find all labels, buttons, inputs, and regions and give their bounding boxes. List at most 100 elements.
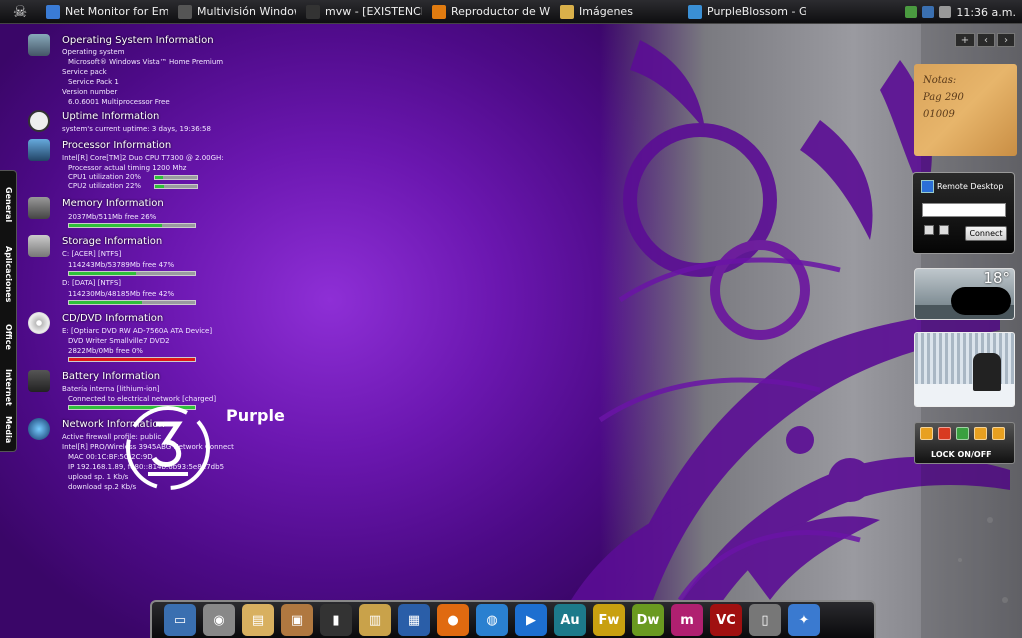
media-player-icon[interactable]: ▶ [515,604,547,636]
sidetab-internet[interactable]: Internet [0,367,17,407]
taskbar-button[interactable]: Reproductor de Win... [426,2,550,22]
documents-icon[interactable]: ▤ [242,604,274,636]
rdp-option-checkbox-1[interactable] [924,225,934,235]
progress-fill [69,358,195,361]
progress-fill [69,301,143,304]
folder-icon[interactable]: ▥ [359,604,391,636]
camera-icon[interactable]: ◉ [203,604,235,636]
power-icon[interactable] [938,427,951,440]
restart-icon[interactable] [956,427,969,440]
sidetab-media[interactable]: Media [0,415,17,445]
settings-icon[interactable]: ✦ [788,604,820,636]
mvw-icon [306,4,320,19]
battery-icon [28,370,50,392]
tray-display-icon[interactable] [922,6,935,18]
firefox-icon[interactable]: ● [437,604,469,636]
slideshow-gadget[interactable] [914,332,1015,407]
computer-icon[interactable]: ▭ [164,604,196,636]
remote-host-input[interactable] [922,203,1006,217]
drive-d-label: D: [DATA] [NTFS] [62,279,122,287]
cddvd-bar [68,357,196,362]
progress-fill [155,176,164,179]
processor-title: Processor Information [62,140,172,151]
cddvd-type: DVD Writer Smallville7 DVD2 [68,337,170,345]
sidetab-office[interactable]: Office [0,319,17,355]
cpu1-bar [154,175,198,180]
taskbar-button-label: PurpleBlossom - Gal... [707,5,806,18]
drive-c-label: C: [ACER] [NTFS] [62,250,122,258]
os-line: Service pack [62,68,107,76]
sidetab-general[interactable]: General [0,185,17,225]
taskbar-button[interactable]: Imágenes [554,2,678,22]
taskbar-button[interactable]: mvw - [EXISTENCIA ... [300,2,422,22]
taskbar: ☠ Net Monitor for Em... Multivisión Windo… [0,0,1022,24]
tray-clock[interactable]: 11:36 a.m. [956,6,1016,19]
taskbar-button-label: mvw - [EXISTENCIA ... [325,5,422,18]
next-gadget-button[interactable]: › [997,33,1015,47]
prev-gadget-button[interactable]: ‹ [977,33,995,47]
sidetab-aplicaciones[interactable]: Aplicaciones [0,243,17,305]
msn-icon[interactable]: m [671,604,703,636]
drive-c-bar [68,271,196,276]
network-globe-icon[interactable]: ◍ [476,604,508,636]
drive-d-usage: 114230Mb/48185Mb free 42% [68,290,175,298]
system-tray: 11:36 a.m. [882,0,1022,24]
sidebar-controls: + ‹ › [955,33,1015,47]
os-line: 6.0.6001 Multiprocessor Free [68,98,170,106]
drive-c-usage: 114243Mb/53789Mb free 47% [68,261,175,269]
progress-fill [155,185,165,188]
application-dock: ▭ ◉ ▤ ▣ ▮ ▥ ▦ ● ◍ ▶ Au Fw Dw m VC ▯ ✦ [150,600,876,638]
speaker-icon [973,353,1001,391]
connect-button[interactable]: Connect [965,226,1007,241]
ipod-icon[interactable]: ▮ [320,604,352,636]
gallery-icon [688,4,702,19]
taskbar-button[interactable]: Multivisión Window... [172,2,296,22]
os-line: Service Pack 1 [68,78,119,86]
calendar-icon[interactable]: ▦ [398,604,430,636]
tray-volume-icon[interactable] [939,6,952,18]
taskbar-button-label: Reproductor de Win... [451,5,550,18]
cpu2-utilization: CPU2 utilization 22% [68,182,142,190]
network-monitor-icon [46,4,60,19]
fireworks-icon[interactable]: Fw [593,604,625,636]
weather-gadget[interactable]: 18° [914,268,1015,320]
remote-desktop-icon [921,180,934,193]
tray-network-icon[interactable] [905,6,918,18]
cpu-timing: Processor actual timing 1200 Mhz [68,164,187,172]
recycle-bin-icon[interactable]: ▯ [749,604,781,636]
sleep-icon[interactable] [974,427,987,440]
progress-fill [69,224,163,227]
taskbar-button[interactable]: Net Monitor for Em... [40,2,168,22]
drive-d-bar [68,300,196,305]
os-line: Operating system [62,48,125,56]
lock-icon[interactable] [920,427,933,440]
logoff-icon[interactable] [992,427,1005,440]
os-line: Version number [62,88,118,96]
memory-icon [28,197,50,219]
purple-logo-text: Purple [226,406,285,425]
harddrive-icon [28,235,50,257]
disc-icon [28,312,50,334]
battery-title: Battery Information [62,371,161,382]
note-line: Pag 290 [923,92,964,103]
weather-cloud-icon [951,287,1011,315]
lock-toggle[interactable]: LOCK ON/OFF [931,450,992,459]
storage-title: Storage Information [62,236,163,247]
vlc-icon[interactable]: VC [710,604,742,636]
start-skull-icon[interactable]: ☠ [0,0,40,24]
taskbar-button[interactable]: PurpleBlossom - Gal... [682,2,806,22]
side-dock-tabs: General Aplicaciones Office Internet Med… [0,170,17,452]
uptime-title: Uptime Information [62,111,160,122]
dreamweaver-icon[interactable]: Dw [632,604,664,636]
clock-icon [28,110,50,132]
audition-icon[interactable]: Au [554,604,586,636]
notes-gadget[interactable]: Notas: Pag 290 01009 [914,64,1017,156]
cddvd-title: CD/DVD Information [62,313,164,324]
multivision-icon [178,4,192,19]
memory-line: 2037Mb/511Mb free 26% [68,213,157,221]
add-gadget-button[interactable]: + [955,33,975,47]
photos-icon[interactable]: ▣ [281,604,313,636]
computer-icon [28,34,50,56]
cddvd-device: E: [Optiarc DVD RW AD-7560A ATA Device] [62,327,213,335]
rdp-option-checkbox-2[interactable] [939,225,949,235]
